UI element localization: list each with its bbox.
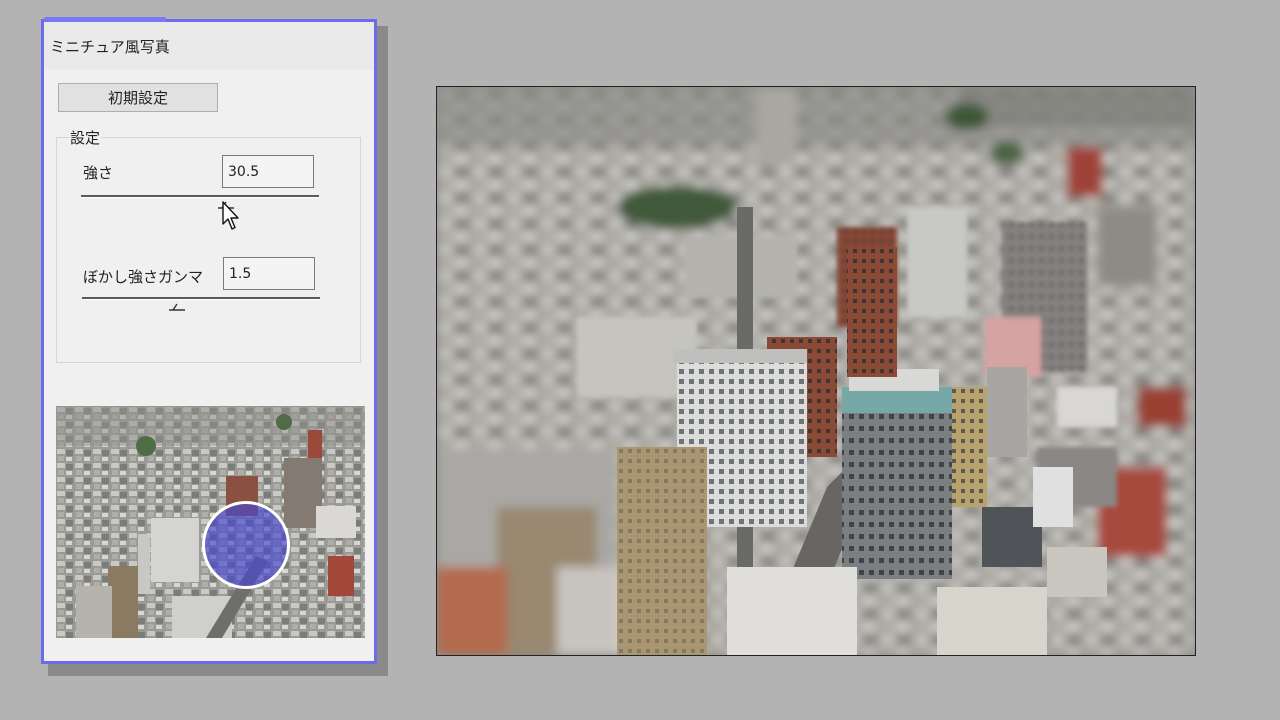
dialog-title: ミニチュア風写真 (50, 37, 170, 56)
blur-gamma-slider-thumb[interactable] (167, 300, 187, 312)
blur-gamma-label: ぼかし強さガンマ (83, 268, 204, 286)
blur-gamma-slider[interactable] (82, 296, 320, 314)
blur-gamma-slider-track (82, 297, 320, 300)
miniature-dialog: ミニチュア風写真 初期設定 設定 強さ ぼかし強さガンマ (41, 17, 377, 664)
strength-label: 強さ (83, 164, 114, 182)
background-window-titlebar (44, 17, 166, 22)
settings-group-label: 設定 (69, 127, 102, 148)
strength-slider-track (81, 195, 319, 198)
miniature-photo-preview (436, 86, 1196, 656)
settings-group: 設定 強さ ぼかし強さガンマ (56, 127, 361, 363)
strength-slider[interactable] (81, 194, 319, 212)
arrow-cursor-icon (222, 201, 239, 230)
reset-defaults-button[interactable]: 初期設定 (58, 83, 218, 112)
focus-area-circle[interactable] (202, 501, 290, 589)
strength-input[interactable] (222, 155, 314, 188)
blur-gamma-input[interactable] (223, 257, 315, 290)
city-photo (437, 87, 1195, 655)
dialog-titlebar[interactable]: ミニチュア風写真 (44, 22, 374, 70)
preview-thumbnail[interactable] (56, 406, 365, 638)
